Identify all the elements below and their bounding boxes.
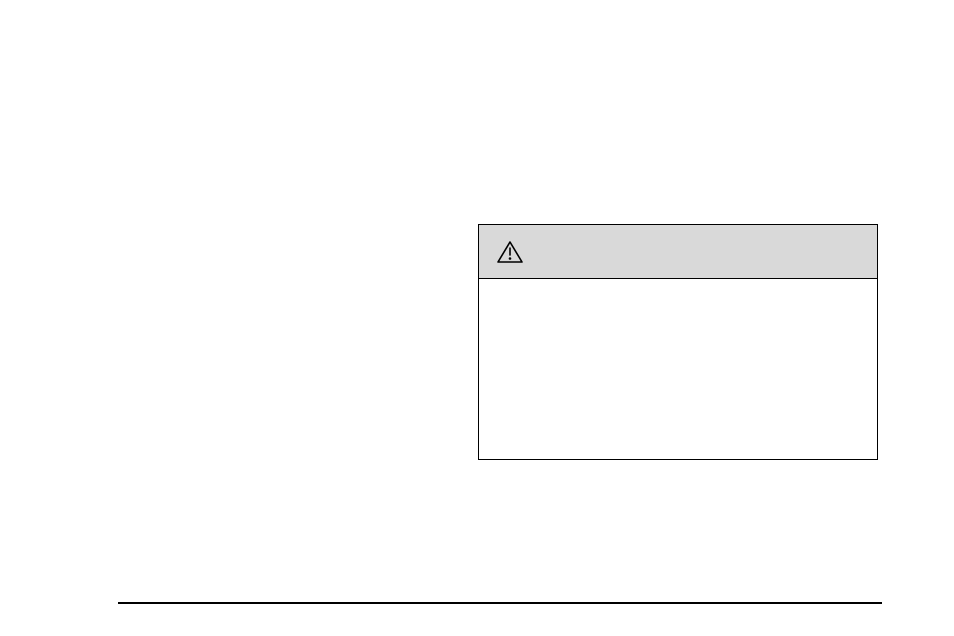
document-page xyxy=(0,0,954,636)
footer-rule xyxy=(118,602,882,604)
warning-icon xyxy=(497,241,523,263)
caution-box xyxy=(478,224,878,460)
caution-header xyxy=(479,225,877,279)
caution-body xyxy=(479,279,877,459)
